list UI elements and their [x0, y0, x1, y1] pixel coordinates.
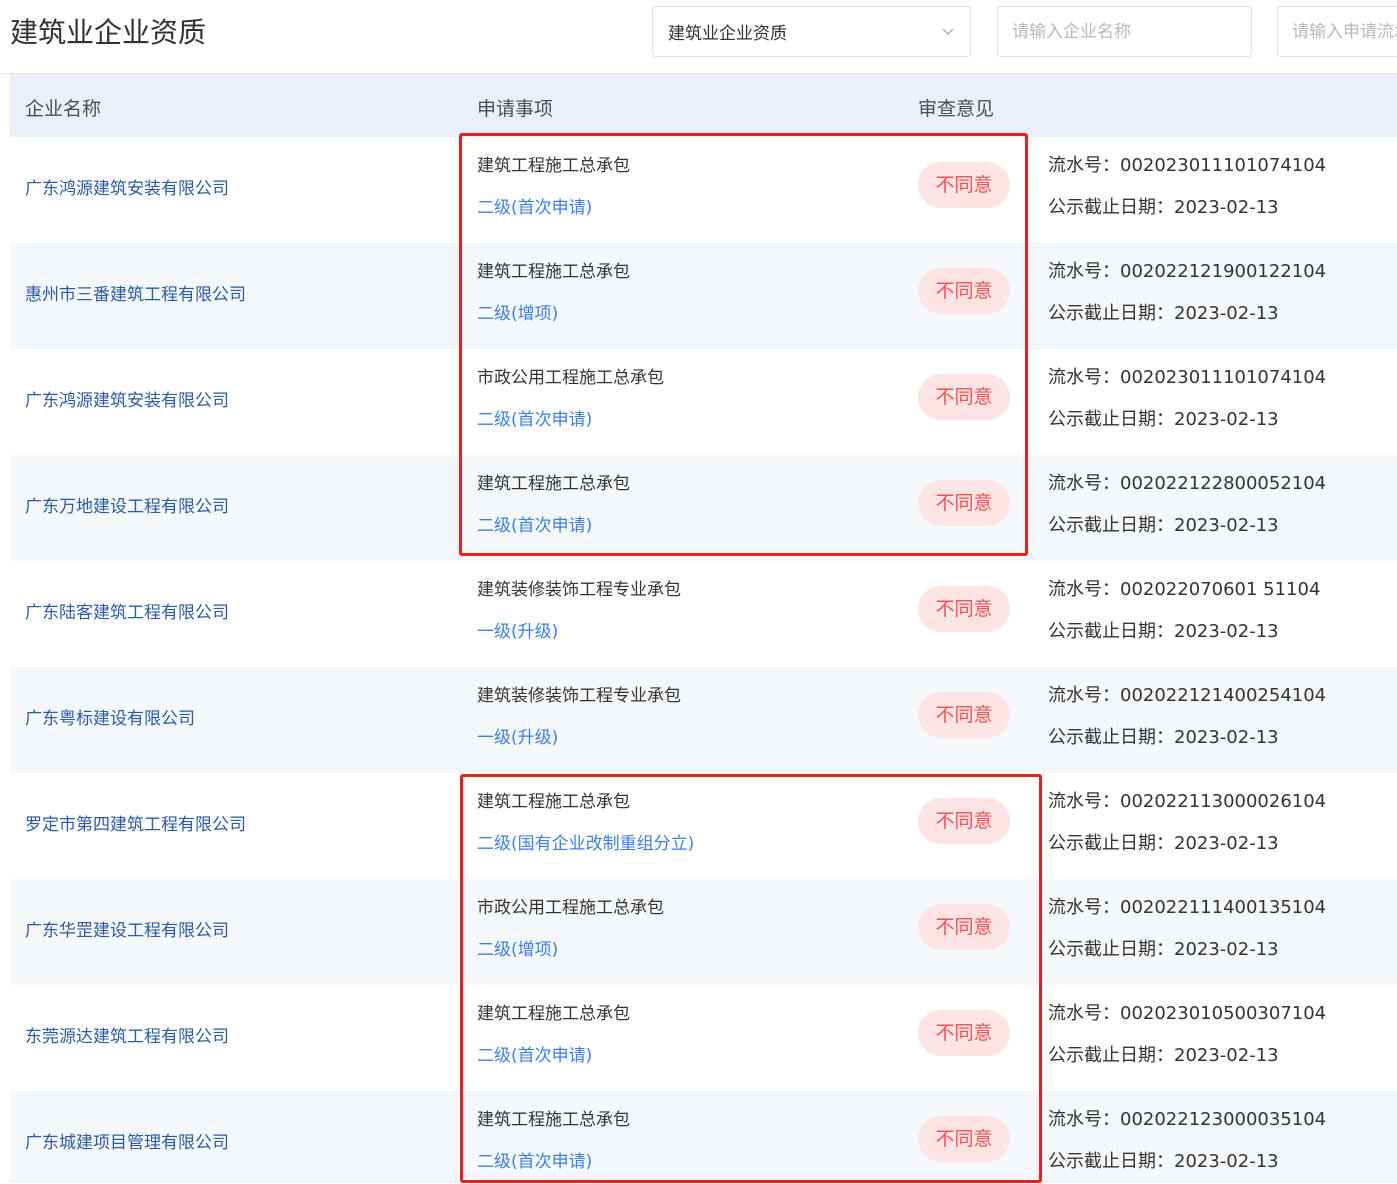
table-row: 广东陆客建筑工程有限公司 建筑装修装饰工程专业承包 一级(升级) 不同意 流水号…	[10, 561, 1397, 667]
column-header-item: 申请事项	[477, 98, 554, 120]
application-level-link[interactable]: 二级(增项)	[477, 299, 558, 324]
table-row: 广东粤标建设有限公司 建筑装修装饰工程专业承包 一级(升级) 不同意 流水号：0…	[10, 667, 1397, 773]
application-level-link[interactable]: 二级(增项)	[477, 935, 558, 960]
application-level-link[interactable]: 一级(升级)	[477, 723, 558, 748]
table-row: 广东城建项目管理有限公司 建筑工程施工总承包 二级(首次申请) 不同意 流水号：…	[10, 1091, 1397, 1181]
deadline-date: 公示截止日期：2023-02-13	[1048, 727, 1279, 748]
serial-number: 流水号：002023010500307104	[1048, 1003, 1327, 1024]
serial-number: 流水号：002022070601 51104	[1048, 579, 1321, 600]
serial-number: 流水号：002022113000026104	[1048, 791, 1327, 812]
deadline-date: 公示截止日期：2023-02-13	[1048, 833, 1279, 854]
company-name-link[interactable]: 广东鸿源建筑安装有限公司	[25, 386, 229, 411]
company-name-input-box	[997, 6, 1252, 57]
opinion-badge: 不同意	[918, 480, 1010, 526]
page-title: 建筑业企业资质	[10, 16, 207, 49]
table-row: 东莞源达建筑工程有限公司 建筑工程施工总承包 二级(首次申请) 不同意 流水号：…	[10, 985, 1397, 1091]
company-name-link[interactable]: 东莞源达建筑工程有限公司	[25, 1022, 229, 1047]
application-level-link[interactable]: 二级(国有企业改制重组分立)	[477, 829, 694, 854]
opinion-badge: 不同意	[918, 374, 1010, 420]
company-name-link[interactable]: 广东粤标建设有限公司	[25, 704, 195, 729]
application-item: 建筑工程施工总承包	[477, 1110, 630, 1130]
serial-number-input[interactable]	[1278, 7, 1397, 56]
application-item: 市政公用工程施工总承包	[477, 368, 664, 388]
column-header-opinion: 审查意见	[918, 98, 995, 120]
application-level-link[interactable]: 二级(首次申请)	[477, 193, 592, 218]
table-bottom-border	[10, 1181, 1397, 1182]
application-item: 建筑装修装饰工程专业承包	[477, 580, 681, 600]
company-name-link[interactable]: 惠州市三番建筑工程有限公司	[25, 280, 246, 305]
select-value: 建筑业企业资质	[668, 24, 787, 44]
deadline-date: 公示截止日期：2023-02-13	[1048, 939, 1279, 960]
page-header: 建筑业企业资质 建筑业企业资质	[0, 0, 1397, 74]
serial-number: 流水号：002023011101074104	[1048, 367, 1327, 388]
application-item: 建筑装修装饰工程专业承包	[477, 686, 681, 706]
company-name-link[interactable]: 罗定市第四建筑工程有限公司	[25, 810, 246, 835]
serial-number: 流水号：002022123000035104	[1048, 1109, 1327, 1130]
deadline-date: 公示截止日期：2023-02-13	[1048, 303, 1279, 324]
company-name-link[interactable]: 广东陆客建筑工程有限公司	[25, 598, 229, 623]
deadline-date: 公示截止日期：2023-02-13	[1048, 1045, 1279, 1066]
application-item: 建筑工程施工总承包	[477, 156, 630, 176]
opinion-badge: 不同意	[918, 268, 1010, 314]
application-level-link[interactable]: 一级(升级)	[477, 617, 558, 642]
deadline-date: 公示截止日期：2023-02-13	[1048, 1151, 1279, 1172]
application-item: 建筑工程施工总承包	[477, 792, 630, 812]
application-item: 建筑工程施工总承包	[477, 262, 630, 282]
opinion-badge: 不同意	[918, 904, 1010, 950]
serial-number: 流水号：002022121900122104	[1048, 261, 1327, 282]
company-name-input[interactable]	[998, 7, 1251, 56]
opinion-badge: 不同意	[918, 798, 1010, 844]
application-level-link[interactable]: 二级(首次申请)	[477, 511, 592, 536]
opinion-badge: 不同意	[918, 586, 1010, 632]
company-name-link[interactable]: 广东鸿源建筑安装有限公司	[25, 174, 229, 199]
application-item: 市政公用工程施工总承包	[477, 898, 664, 918]
opinion-badge: 不同意	[918, 162, 1010, 208]
qualification-type-select[interactable]: 建筑业企业资质	[652, 6, 971, 57]
opinion-badge: 不同意	[918, 1116, 1010, 1162]
column-header-company: 企业名称	[25, 98, 102, 120]
serial-number: 流水号：002022111400135104	[1048, 897, 1327, 918]
table-row: 广东鸿源建筑安装有限公司 市政公用工程施工总承包 二级(首次申请) 不同意 流水…	[10, 349, 1397, 455]
table-row: 广东万地建设工程有限公司 建筑工程施工总承包 二级(首次申请) 不同意 流水号：…	[10, 455, 1397, 561]
deadline-date: 公示截止日期：2023-02-13	[1048, 409, 1279, 430]
table-row: 广东鸿源建筑安装有限公司 建筑工程施工总承包 二级(首次申请) 不同意 流水号：…	[10, 137, 1397, 243]
table-row: 广东华罡建设工程有限公司 市政公用工程施工总承包 二级(增项) 不同意 流水号：…	[10, 879, 1397, 985]
application-level-link[interactable]: 二级(首次申请)	[477, 1147, 592, 1172]
serial-number: 流水号：002022122800052104	[1048, 473, 1327, 494]
application-item: 建筑工程施工总承包	[477, 474, 630, 494]
serial-number: 流水号：002022121400254104	[1048, 685, 1327, 706]
chevron-down-icon	[942, 28, 954, 35]
serial-number-input-box	[1277, 6, 1397, 57]
table-row: 罗定市第四建筑工程有限公司 建筑工程施工总承包 二级(国有企业改制重组分立) 不…	[10, 773, 1397, 879]
application-level-link[interactable]: 二级(首次申请)	[477, 1041, 592, 1066]
serial-number: 流水号：002023011101074104	[1048, 155, 1327, 176]
company-name-link[interactable]: 广东城建项目管理有限公司	[25, 1128, 229, 1153]
deadline-date: 公示截止日期：2023-02-13	[1048, 621, 1279, 642]
company-name-link[interactable]: 广东华罡建设工程有限公司	[25, 916, 229, 941]
deadline-date: 公示截止日期：2023-02-13	[1048, 515, 1279, 536]
deadline-date: 公示截止日期：2023-02-13	[1048, 197, 1279, 218]
application-item: 建筑工程施工总承包	[477, 1004, 630, 1024]
table-row: 惠州市三番建筑工程有限公司 建筑工程施工总承包 二级(增项) 不同意 流水号：0…	[10, 243, 1397, 349]
company-name-link[interactable]: 广东万地建设工程有限公司	[25, 492, 229, 517]
opinion-badge: 不同意	[918, 1010, 1010, 1056]
table-header: 企业名称 申请事项 审查意见	[10, 74, 1397, 137]
opinion-badge: 不同意	[918, 692, 1010, 738]
application-level-link[interactable]: 二级(首次申请)	[477, 405, 592, 430]
